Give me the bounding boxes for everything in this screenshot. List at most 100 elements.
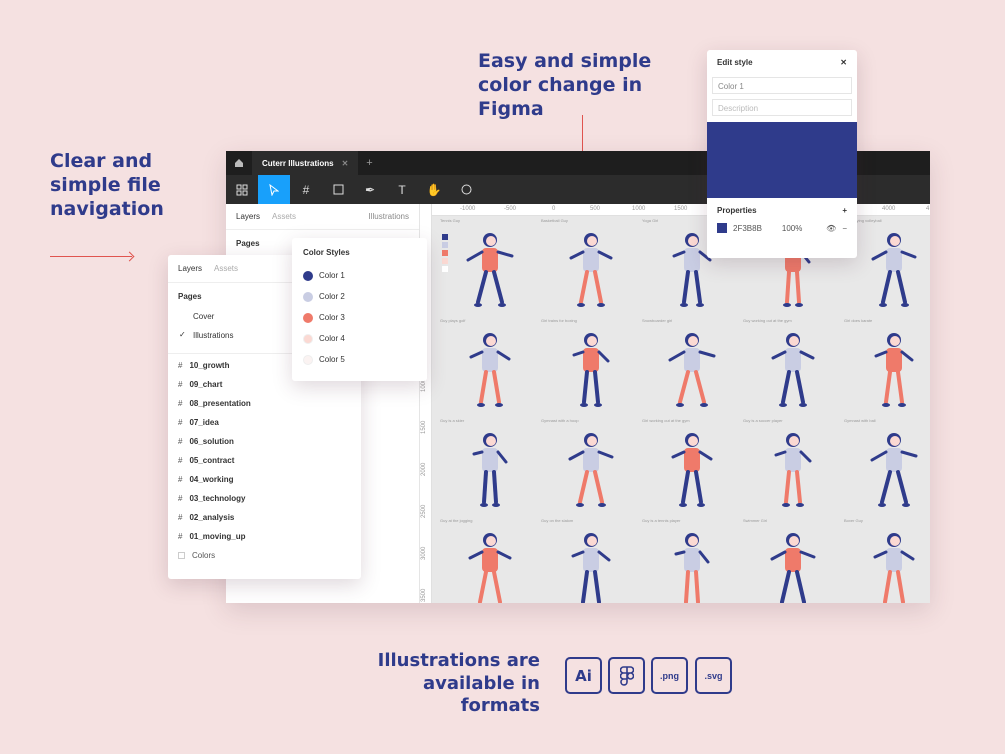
tab-layers[interactable]: Layers [236,212,260,221]
illustration-frame[interactable]: Guy is a soccer player [743,418,843,523]
illustration-caption: Snowboarder girl [642,318,673,323]
athlete-illustration [472,433,508,507]
color-style-label: Color 2 [319,292,345,301]
frames-list: #10_growth #09_chart #08_presentation #07_i… [168,356,361,546]
frame-icon: # [178,437,183,446]
canvas[interactable]: -1000 -500 0 500 1000 1500 4000 4 1000 1… [420,204,930,603]
color-style-item[interactable]: Color 1 [292,265,427,286]
frame-icon: # [178,475,183,484]
ruler-y-label: 2000 [421,462,427,476]
color-dot [303,354,313,365]
close-tab-icon[interactable]: ✕ [342,159,349,168]
illustration-frame[interactable]: Guy at the jogging [440,518,540,603]
color-style-item[interactable]: Color 4 [292,328,427,349]
illustration-caption: Guy is a skier [440,418,465,423]
figma-menu-icon[interactable] [226,175,258,204]
illustration-frame[interactable]: Snowboarder girl [642,318,742,423]
add-property-icon[interactable]: + [842,206,847,215]
page-selector[interactable]: Illustrations [369,212,409,221]
athlete-illustration [572,333,610,407]
frame-layer[interactable]: #04_working [168,470,361,489]
frame-label: 04_working [189,475,234,484]
illustration-frame[interactable]: Girl trains for boxing [541,318,641,423]
illustration-frame[interactable]: Gymnast with ball [844,418,930,523]
illustration-frame[interactable]: Guy is a tennis player [642,518,742,603]
file-tab[interactable]: Cuterr Illustrations ✕ [252,151,359,175]
frame-layer[interactable]: #08_presentation [168,394,361,413]
layer-colors[interactable]: Colors [168,546,361,565]
color-dot [303,270,313,281]
ruler-x-label: 1000 [632,206,646,212]
athlete-illustration [774,433,812,507]
pen-tool-icon[interactable]: ✒ [354,175,386,204]
illustration-frame[interactable]: Guy on the slalom [541,518,641,603]
illustration-frame[interactable]: Gymnast with a hoop [541,418,641,523]
athlete-illustration [568,433,614,507]
frame-layer[interactable]: #05_contract [168,451,361,470]
frame-layer[interactable]: #07_idea [168,413,361,432]
color-style-item[interactable]: Color 2 [292,286,427,307]
check-icon: ✓ [179,330,186,339]
frame-tool-icon[interactable]: # [290,175,322,204]
illustration-frame[interactable]: Guy working out at the gym [743,318,843,423]
illustration-frame[interactable]: Basketball Guy [541,218,641,323]
ruler-y-label: 1500 [421,420,427,434]
move-tool-icon[interactable] [258,175,290,204]
illustration-caption: Boxer Guy [844,518,863,523]
hand-tool-icon[interactable]: ✋ [418,175,450,204]
illustration-frame[interactable]: Tennis Guy [440,218,540,323]
new-tab-icon[interactable]: + [358,157,380,169]
athlete-illustration [571,533,611,603]
color-style-item[interactable]: Color 5 [292,349,427,370]
home-icon[interactable] [226,151,252,175]
color-preview[interactable] [707,122,857,198]
tab-layers[interactable]: Layers [178,264,202,273]
style-description-input[interactable]: Description [712,99,852,116]
visibility-eye-icon[interactable]: 👁 [826,224,836,233]
frame-layer[interactable]: #02_analysis [168,508,361,527]
remove-property-icon[interactable]: − [842,224,847,233]
illustration-caption: Tennis Guy [440,218,461,223]
illustration-caption: Basketball Guy [541,218,568,223]
properties-label: Properties [717,206,757,215]
fill-hex[interactable]: 2F3B8B [733,224,762,233]
color-style-label: Color 1 [319,271,345,280]
arrow-right [50,256,132,257]
illustration-frame[interactable]: Guy is a skier [440,418,540,523]
frame-label: 09_chart [189,380,223,389]
frame-label: 05_contract [189,456,235,465]
color-style-label: Color 3 [319,313,345,322]
frame-square-icon [178,552,185,559]
illustration-frame[interactable]: Girl does karate [844,318,930,423]
fill-swatch[interactable] [717,223,727,233]
text-tool-icon[interactable]: T [386,175,418,204]
tab-assets[interactable]: Assets [272,212,296,221]
frame-layer[interactable]: #06_solution [168,432,361,451]
ruler-y-label: 3000 [421,546,427,560]
frame-icon: # [178,532,183,541]
close-icon[interactable]: ✕ [840,58,847,67]
edit-style-title: Edit style [717,58,753,67]
illustration-caption: Gymnast with a hoop [541,418,579,423]
illustration-frame[interactable]: Swimmer Girl [743,518,843,603]
illustration-frame[interactable]: Guy plays golf [440,318,540,423]
athlete-illustration [770,533,816,603]
frame-label: 10_growth [189,361,230,370]
illustration-frame[interactable]: Boxer Guy [844,518,930,603]
edit-style-panel: Edit style ✕ Color 1 Description Propert… [707,50,857,258]
frame-icon: # [178,456,183,465]
illustration-caption: Girl does karate [844,318,873,323]
fill-opacity[interactable]: 100% [782,224,802,233]
frame-layer[interactable]: #03_technology [168,489,361,508]
color-style-item[interactable]: Color 3 [292,307,427,328]
illustration-grid: Tennis GuyBasketball GuyYoga GirlGuy run… [440,218,930,603]
rectangle-tool-icon[interactable] [322,175,354,204]
tab-assets[interactable]: Assets [214,264,238,273]
illustration-frame[interactable]: Girl working out at the gym [642,418,742,523]
style-name-input[interactable]: Color 1 [712,77,852,94]
frame-layer[interactable]: #01_moving_up [168,527,361,546]
frame-label: 06_solution [189,437,234,446]
ruler-x-label: -1000 [460,206,476,212]
comment-tool-icon[interactable] [450,175,482,204]
fill-property-row[interactable]: 2F3B8B 100% 👁 − [707,221,857,235]
